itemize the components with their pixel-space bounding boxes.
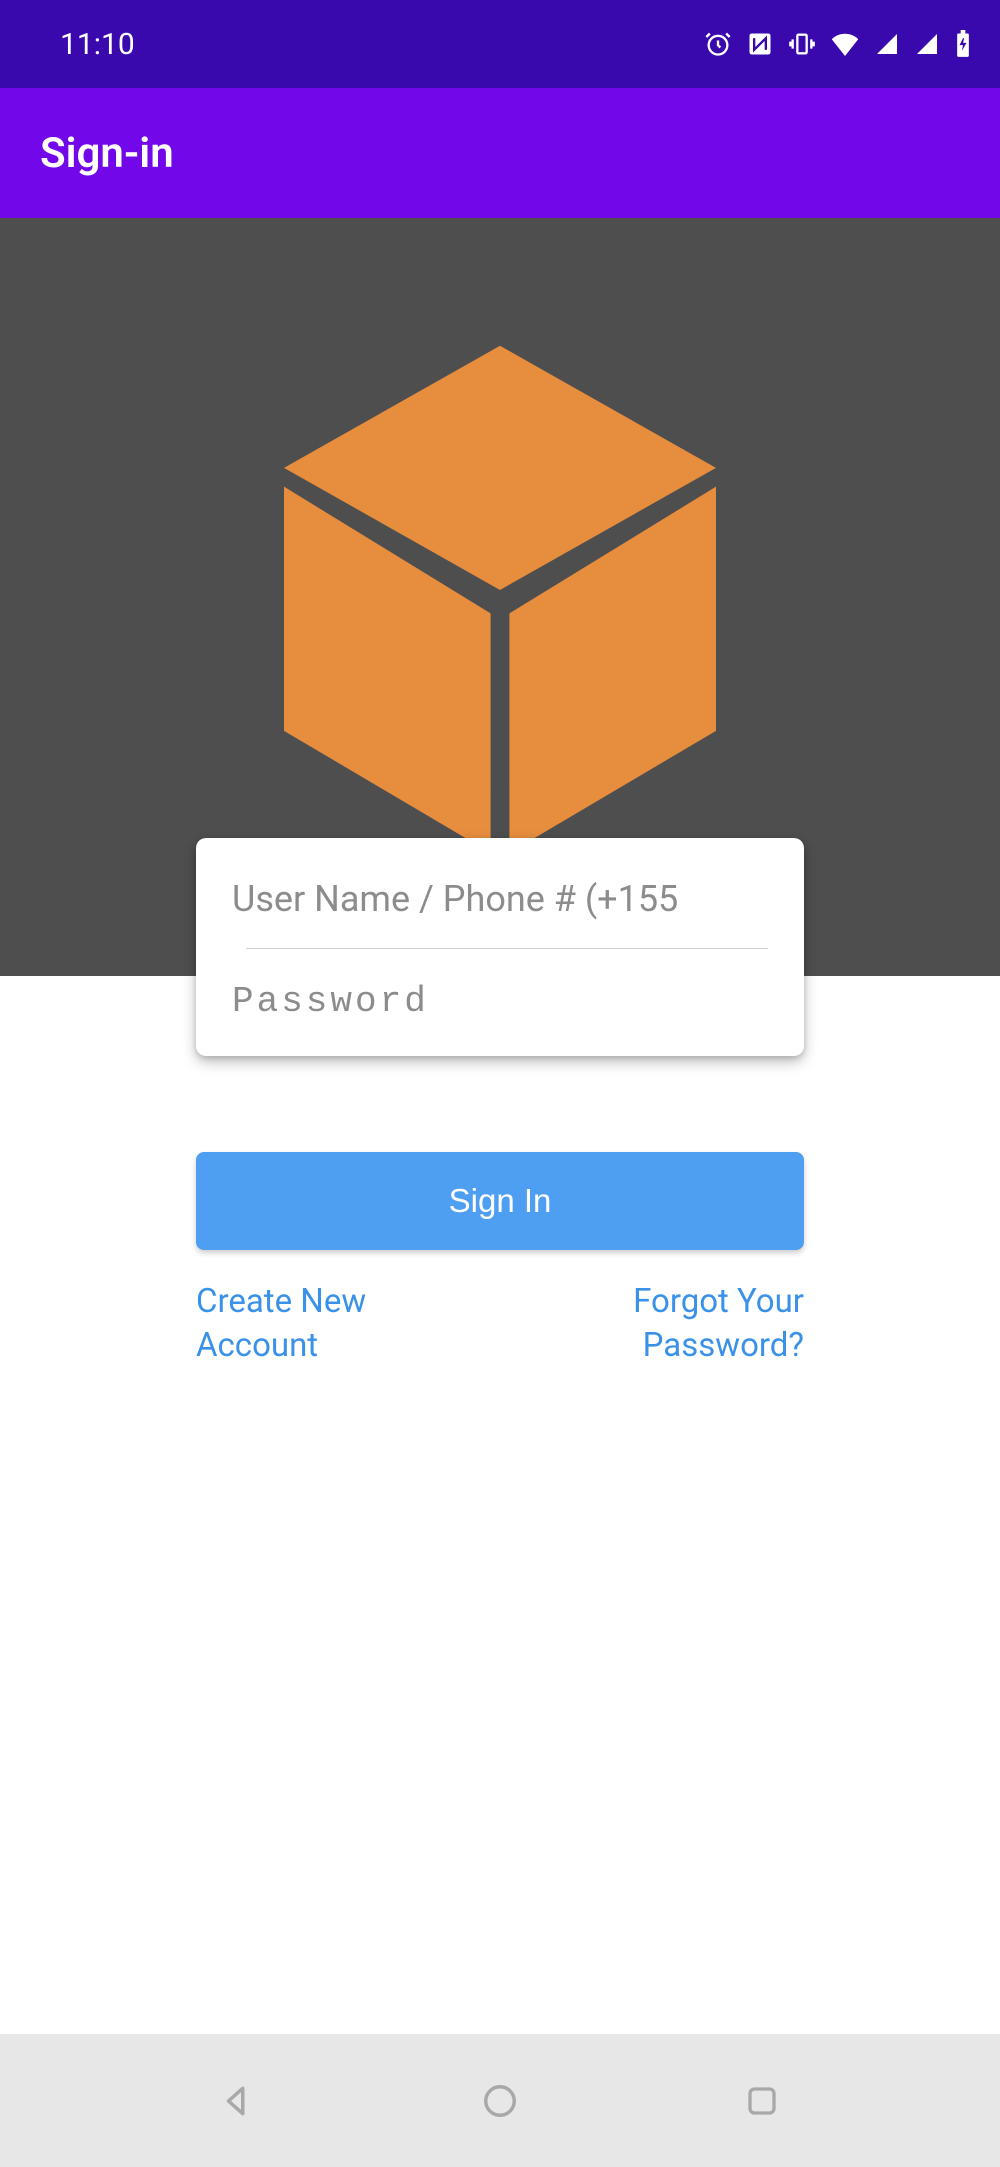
- alarm-icon: [704, 30, 732, 58]
- username-input[interactable]: [232, 878, 768, 920]
- field-divider: [246, 948, 768, 949]
- app-bar: Sign-in: [0, 88, 1000, 218]
- signal-icon: [874, 32, 900, 56]
- login-card: [196, 838, 804, 1056]
- battery-icon: [954, 30, 972, 58]
- cube-icon: [265, 327, 735, 867]
- forgot-password-link[interactable]: Forgot Your Password?: [512, 1280, 804, 1367]
- status-icons: [704, 30, 972, 58]
- nfc-icon: [746, 30, 774, 58]
- signin-button[interactable]: Sign In: [196, 1152, 804, 1250]
- auth-links: Create New Account Forgot Your Password?: [196, 1280, 804, 1367]
- signal-icon-2: [914, 32, 940, 56]
- status-bar: 11:10: [0, 0, 1000, 88]
- password-input[interactable]: [232, 981, 768, 1022]
- nav-recent-button[interactable]: [738, 2077, 786, 2125]
- vibrate-icon: [788, 30, 816, 58]
- status-time: 11:10: [60, 27, 135, 62]
- nav-home-button[interactable]: [476, 2077, 524, 2125]
- wifi-icon: [830, 32, 860, 56]
- content-area: Sign In Create New Account Forgot Your P…: [0, 976, 1000, 1367]
- page-title: Sign-in: [40, 129, 174, 178]
- create-account-link[interactable]: Create New Account: [196, 1280, 488, 1367]
- nav-back-button[interactable]: [214, 2077, 262, 2125]
- system-nav-bar: [0, 2034, 1000, 2167]
